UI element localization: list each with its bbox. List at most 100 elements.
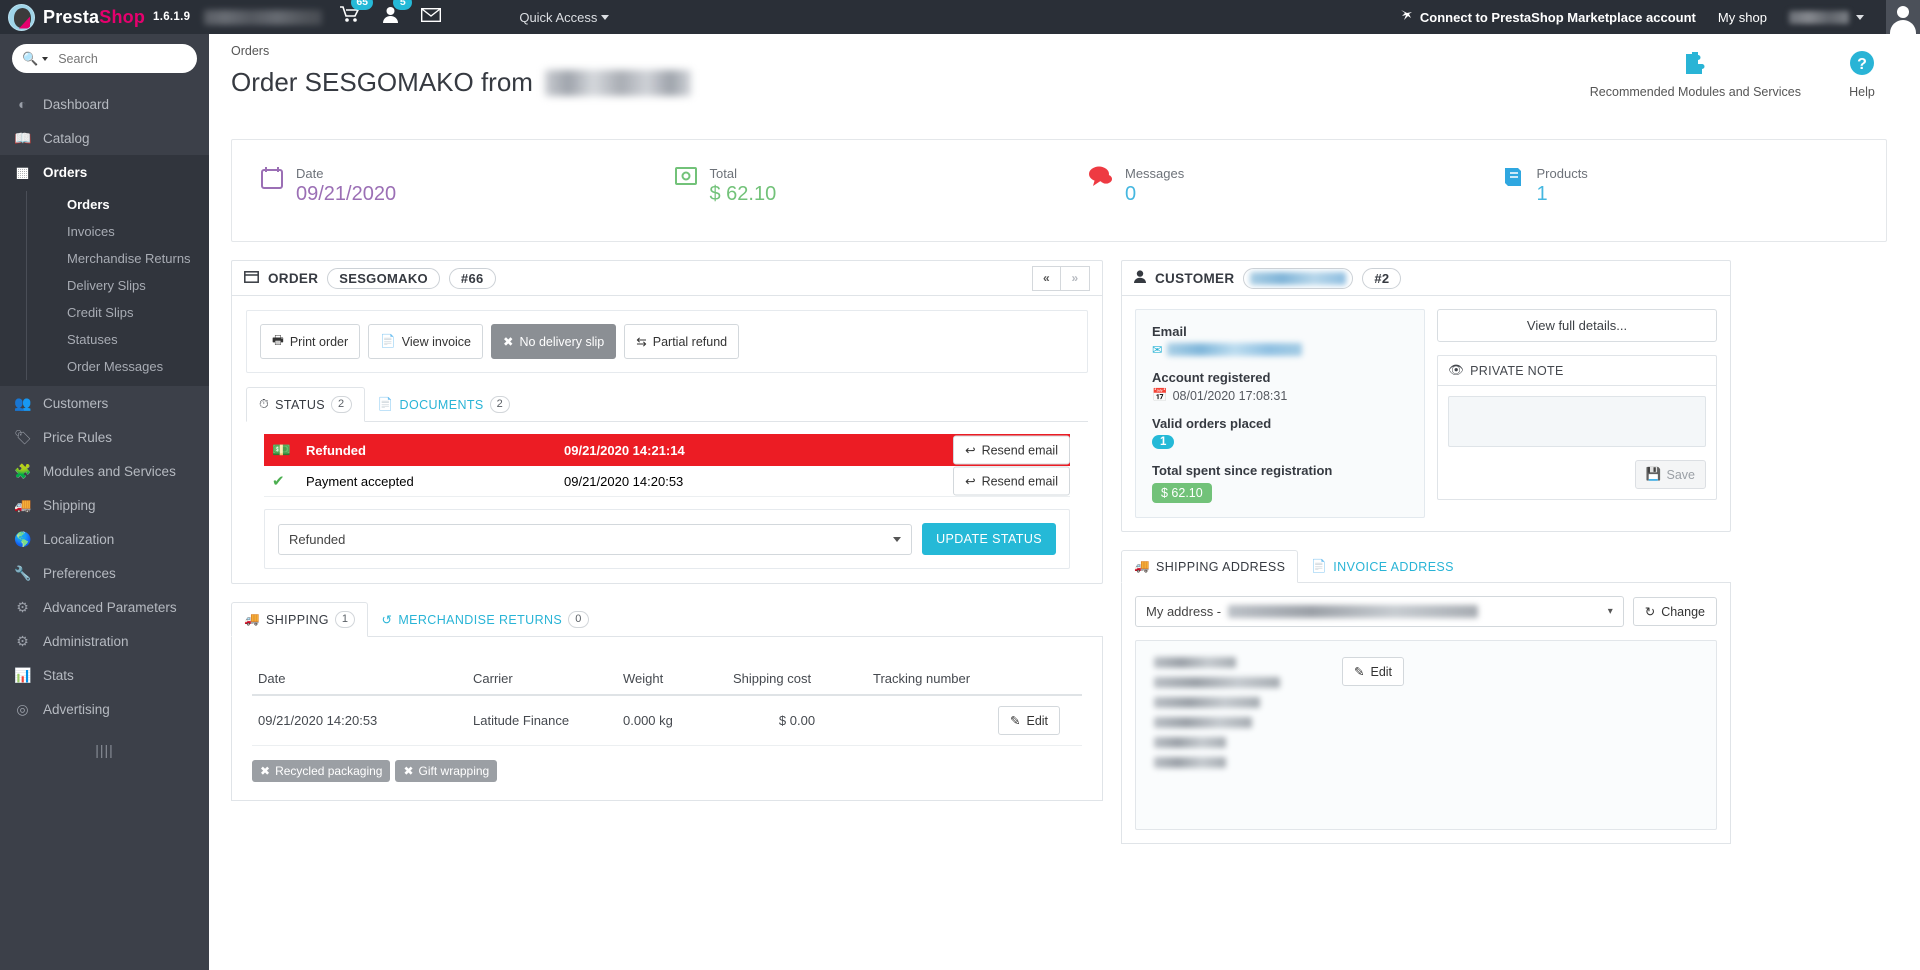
sidebar-item-shipping[interactable]: 🚚 Shipping — [0, 488, 209, 522]
tab-invoice-address[interactable]: 📄 INVOICE ADDRESS — [1298, 550, 1467, 583]
sidebar-item-label: Preferences — [43, 565, 116, 581]
eye-slash-icon: 👁 — [1448, 363, 1465, 377]
partial-refund-button[interactable]: ⇆ Partial refund — [624, 324, 740, 359]
quick-access-dropdown[interactable]: Quick Access — [519, 10, 610, 25]
sidebar: 🔍 ◐ Dashboard 📖 Catalog ▦ Orders Orders … — [0, 34, 209, 970]
users-icon: 👥 — [14, 394, 32, 411]
edit-shipping-button[interactable]: ✎ Edit — [998, 706, 1061, 735]
address-line-redacted — [1154, 677, 1280, 688]
chevron-down-icon — [601, 14, 610, 20]
address-select[interactable]: My address - ▾ — [1135, 596, 1624, 627]
sidebar-item-catalog[interactable]: 📖 Catalog — [0, 121, 209, 155]
help-icon: ? — [1849, 50, 1875, 82]
prestashop-logo[interactable]: PrestaShop — [0, 3, 145, 31]
sidebar-search[interactable]: 🔍 — [12, 44, 197, 73]
customer-name-redacted — [544, 69, 691, 96]
no-delivery-slip-button[interactable]: ✖ No delivery slip — [491, 324, 617, 359]
sidebar-subitem-order-messages[interactable]: Order Messages — [26, 353, 209, 380]
employee-menu[interactable] — [1789, 10, 1864, 24]
order-panel-body: 🖶 Print order 📄 View invoice ✖ No delive — [232, 296, 1102, 583]
sidebar-item-customers[interactable]: 👥 Customers — [0, 386, 209, 420]
change-address-button[interactable]: ↻ Change — [1632, 597, 1717, 626]
sidebar-item-stats[interactable]: 📊 Stats — [0, 658, 209, 692]
help-button[interactable]: ? Help — [1849, 50, 1875, 99]
sidebar-item-label: Customers — [43, 395, 109, 411]
address-panel-body: My address - ▾ ↻ Change ✎ Edit — [1121, 583, 1731, 844]
sidebar-item-modules-and-services[interactable]: 🧩 Modules and Services — [0, 454, 209, 488]
view-invoice-label: View invoice — [401, 334, 472, 349]
status-row-refunded: 💵 Refunded 09/21/2020 14:21:14 ↩ Resend … — [264, 434, 1070, 466]
print-order-button[interactable]: 🖶 Print order — [260, 324, 361, 359]
shop-name-redacted — [204, 9, 323, 25]
tab-documents[interactable]: 📄 DOCUMENTS 2 — [365, 387, 524, 422]
sidebar-item-advanced-parameters[interactable]: ⚙ Advanced Parameters — [0, 590, 209, 624]
my-shop-link[interactable]: My shop — [1718, 10, 1767, 25]
tab-shipping-address[interactable]: 🚚 SHIPPING ADDRESS — [1121, 550, 1299, 583]
kpi-value: 09/21/2020 — [296, 183, 397, 205]
valid-orders-label: Valid orders placed — [1152, 416, 1272, 431]
sidebar-item-orders[interactable]: ▦ Orders — [0, 155, 209, 189]
page-header-tools: Recommended Modules and Services ? Help — [1590, 50, 1875, 99]
resend-email-button[interactable]: ↩ Resend email — [953, 435, 1070, 465]
tab-status[interactable]: ⏱ STATUS 2 — [246, 387, 365, 422]
tab-shipping[interactable]: 🚚 SHIPPING 1 — [231, 602, 369, 637]
tag-icon: 🏷 — [14, 428, 32, 445]
x-icon: ✖ — [403, 764, 414, 778]
sidebar-subitem-credit-slips[interactable]: Credit Slips — [26, 299, 209, 326]
resend-email-label: Resend email — [981, 443, 1058, 457]
view-invoice-button[interactable]: 📄 View invoice — [368, 324, 484, 359]
tab-shipping-count: 1 — [334, 611, 356, 628]
edit-address-button[interactable]: ✎ Edit — [1342, 657, 1405, 686]
chat-icon — [1087, 165, 1113, 206]
sidebar-item-advertising[interactable]: ◎ Advertising — [0, 692, 209, 726]
resend-email-button[interactable]: ↩ Resend email — [953, 466, 1070, 496]
sidebar-subitem-merchandise-returns[interactable]: Merchandise Returns — [26, 245, 209, 272]
sidebar-item-localization[interactable]: 🌎 Localization — [0, 522, 209, 556]
order-panel: ORDER SESGOMAKO #66 « » 🖶 Print order 📄 … — [231, 260, 1103, 584]
person-icon — [1134, 270, 1146, 286]
help-label: Help — [1849, 85, 1875, 99]
tab-invoice-address-label: INVOICE ADDRESS — [1333, 559, 1454, 574]
address-line-redacted — [1154, 657, 1236, 668]
recommended-modules-button[interactable]: Recommended Modules and Services — [1590, 50, 1801, 99]
tab-merchandise-returns[interactable]: ↺ MERCHANDISE RETURNS 0 — [368, 602, 601, 637]
private-note-textarea[interactable] — [1448, 396, 1706, 447]
chevron-down-icon[interactable] — [42, 56, 49, 61]
status-select[interactable]: Refunded — [278, 523, 913, 555]
sidebar-subitem-statuses[interactable]: Statuses — [26, 326, 209, 353]
sidebar-subitem-orders[interactable]: Orders — [26, 191, 209, 218]
sidebar-subitem-delivery-slips[interactable]: Delivery Slips — [26, 272, 209, 299]
cart-icon[interactable]: 65 — [340, 0, 374, 28]
kpi-value: $ 62.10 — [709, 183, 777, 205]
search-input[interactable] — [58, 51, 189, 66]
kpi-date: Date 09/21/2020 — [232, 165, 646, 206]
address-detail-box: ✎ Edit — [1135, 640, 1717, 830]
kpi-label: Messages — [1125, 166, 1185, 181]
brand-name: PrestaShop — [43, 7, 145, 28]
email-label: Email — [1152, 324, 1187, 339]
sidebar-collapse-toggle[interactable]: |||| — [0, 742, 209, 758]
puzzle-icon: 🧩 — [14, 462, 32, 479]
person-icon[interactable]: 5 — [382, 0, 413, 28]
next-order-button[interactable]: » — [1061, 265, 1090, 291]
kpi-total: Total $ 62.10 — [646, 165, 1060, 206]
sidebar-item-administration[interactable]: ⚙ Administration — [0, 624, 209, 658]
save-private-note-button[interactable]: 💾 Save — [1634, 460, 1706, 489]
view-full-details-button[interactable]: View full details... — [1437, 309, 1717, 342]
sidebar-item-label: Stats — [43, 667, 74, 683]
update-status-button[interactable]: UPDATE STATUS — [922, 523, 1056, 555]
previous-order-button[interactable]: « — [1032, 265, 1061, 291]
sidebar-item-price-rules[interactable]: 🏷 Price Rules — [0, 420, 209, 454]
detail-columns: ORDER SESGOMAKO #66 « » 🖶 Print order 📄 … — [231, 260, 1887, 844]
avatar[interactable] — [1886, 0, 1920, 34]
sidebar-subitem-invoices[interactable]: Invoices — [26, 218, 209, 245]
search-icon: 🔍 — [22, 50, 39, 66]
chevron-down-icon — [893, 536, 902, 542]
version-label: 1.6.1.9 — [153, 11, 191, 23]
gift-wrapping-label: Gift wrapping — [418, 764, 490, 778]
account-registered-label: Account registered — [1152, 370, 1271, 385]
sidebar-item-dashboard[interactable]: ◐ Dashboard — [0, 87, 209, 121]
connect-marketplace-link[interactable]: Connect to PrestaShop Marketplace accoun… — [1398, 8, 1696, 27]
sidebar-item-preferences[interactable]: 🔧 Preferences — [0, 556, 209, 590]
envelope-icon[interactable] — [421, 7, 442, 27]
